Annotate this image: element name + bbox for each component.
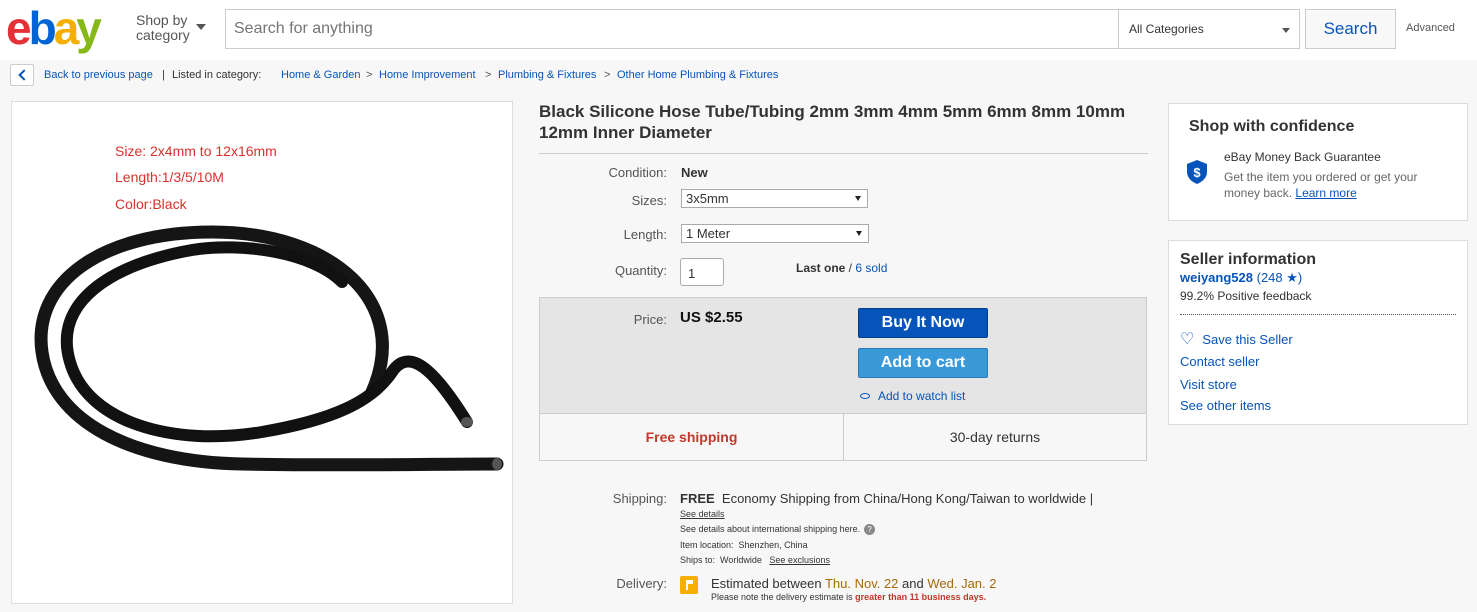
save-seller-link[interactable]: ♡ Save this Seller	[1180, 329, 1293, 349]
sold-link[interactable]: 6 sold	[855, 261, 887, 275]
visit-store-link[interactable]: Visit store	[1180, 377, 1237, 392]
ships-to: Ships to: Worldwide See exclusions	[680, 555, 830, 565]
breadcrumb-separator: >	[366, 69, 373, 81]
breadcrumb-item[interactable]: Home & Garden	[281, 69, 360, 81]
see-exclusions-link[interactable]: See exclusions	[769, 555, 830, 565]
free-shipping-label: Free shipping	[645, 429, 738, 445]
eye-icon	[860, 393, 870, 399]
panel-title: Shop with confidence	[1189, 118, 1355, 135]
length-select[interactable]: 1 Meter	[681, 224, 869, 243]
search-bar: All Categories	[225, 9, 1300, 49]
item-location: Item location: Shenzhen, China	[680, 540, 808, 550]
breadcrumb-separator: >	[604, 69, 611, 81]
seller-info-panel: Seller information weiyang528 (248 ★) 99…	[1168, 240, 1468, 425]
back-to-previous-link[interactable]: Back to previous page	[44, 69, 153, 81]
price-label: Price:	[633, 312, 667, 327]
quantity-input[interactable]: 1	[680, 258, 724, 286]
breadcrumb-item[interactable]: Other Home Plumbing & Fixtures	[617, 69, 778, 81]
condition-label: Condition:	[608, 165, 667, 180]
contact-seller-link[interactable]: Contact seller	[1180, 354, 1259, 369]
shield-icon: $	[1187, 160, 1207, 184]
shipping-desc: FREE Economy Shipping from China/Hong Ko…	[680, 491, 1094, 506]
seller-link[interactable]: weiyang528	[1180, 270, 1253, 285]
hose-photo	[34, 225, 504, 472]
delivery-estimate: Estimated between Thu. Nov. 22 and Wed. …	[711, 576, 997, 591]
product-image[interactable]: Size: 2x4mm to 12x16mm Length:1/3/5/10M …	[11, 101, 513, 604]
sizes-select[interactable]: 3x5mm	[681, 189, 868, 208]
quantity-label: Quantity:	[614, 263, 667, 278]
breadcrumb-item[interactable]: Plumbing & Fixtures	[498, 69, 596, 81]
category-select[interactable]: All Categories	[1118, 10, 1300, 48]
delivery-label: Delivery:	[616, 576, 667, 591]
back-arrow-icon[interactable]	[10, 64, 34, 86]
condition-value: New	[681, 165, 708, 180]
chevron-down-icon	[856, 231, 862, 236]
breadcrumb-separator: >	[485, 69, 492, 81]
returns-label: 30-day returns	[949, 429, 1041, 445]
chevron-down-icon	[1282, 28, 1290, 33]
seller-feedback: 99.2% Positive feedback	[1180, 289, 1312, 303]
guarantee-desc: Get the item you ordered or get your mon…	[1224, 170, 1418, 200]
intl-shipping-note: See details about international shipping…	[680, 524, 876, 535]
buy-it-now-button[interactable]: Buy It Now	[858, 308, 988, 338]
search-button[interactable]: Search	[1305, 9, 1396, 49]
panel-title: Seller information	[1180, 251, 1317, 268]
learn-more-link[interactable]: Learn more	[1295, 186, 1356, 200]
breadcrumb-item[interactable]: Home Improvement	[379, 69, 476, 81]
shipping-summary: Free shipping 30-day returns	[540, 413, 1146, 461]
chevron-down-icon	[196, 24, 206, 30]
add-to-watch-list-link[interactable]: Add to watch list	[860, 389, 965, 403]
listed-in-label: Listed in category:	[172, 69, 262, 81]
item-title: Black Silicone Hose Tube/Tubing 2mm 3mm …	[539, 102, 1126, 142]
shop-with-confidence-panel: Shop with confidence $ eBay Money Back G…	[1168, 103, 1468, 221]
search-input[interactable]	[234, 20, 1094, 38]
shop-by-category-button[interactable]: Shop by category	[136, 13, 190, 43]
sizes-label: Sizes:	[631, 193, 667, 208]
availability: Last one / 6 sold	[796, 261, 888, 275]
svg-text:$: $	[1193, 165, 1201, 180]
delivery-note: Please note the delivery estimate is gre…	[711, 592, 987, 602]
help-icon[interactable]: ?	[864, 524, 876, 535]
advanced-search-link[interactable]: Advanced	[1406, 22, 1455, 34]
add-to-cart-button[interactable]: Add to cart	[858, 348, 988, 378]
divider	[539, 153, 1148, 154]
chevron-down-icon	[855, 196, 861, 201]
shipping-label: Shipping:	[612, 491, 667, 506]
seller-name: weiyang528 (248 ★)	[1180, 270, 1303, 285]
length-label: Length:	[623, 227, 667, 242]
divider	[1180, 314, 1456, 315]
breadcrumb-divider: |	[162, 69, 165, 81]
see-other-items-link[interactable]: See other items	[1180, 398, 1271, 413]
see-details-link[interactable]: See details	[680, 509, 725, 519]
flag-icon	[680, 576, 698, 594]
ebay-logo[interactable]: ebay	[6, 4, 102, 52]
guarantee-title: eBay Money Back Guarantee	[1224, 150, 1381, 164]
heart-icon: ♡	[1180, 331, 1195, 348]
price-value: US $2.55	[680, 309, 743, 326]
header: ebay Shop by category All Categories Sea…	[0, 0, 1477, 60]
